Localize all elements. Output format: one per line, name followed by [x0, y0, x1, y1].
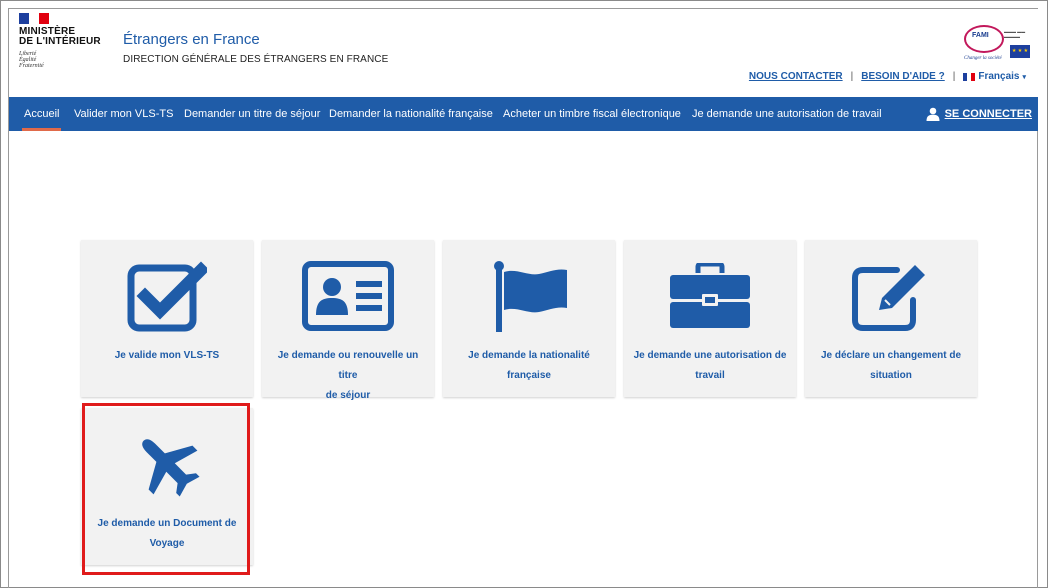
- fami-logo-text: FAMI: [972, 32, 989, 39]
- header-links: NOUS CONTACTER | BESOIN D'AIDE ? | Franç…: [749, 71, 1026, 82]
- nav-item-timbre-fiscal[interactable]: Acheter un timbre fiscal électronique: [503, 97, 681, 131]
- language-selector[interactable]: Français ▾: [963, 71, 1026, 82]
- tile-valider-vls-ts[interactable]: Je valide mon VLS-TS: [81, 240, 253, 397]
- tile-label-line2: française: [507, 370, 551, 381]
- tile-label-line2: travail: [695, 370, 725, 381]
- site-title[interactable]: Étrangers en France: [123, 31, 260, 48]
- tile-label-line1: Je demande ou renouvelle un titre: [277, 350, 419, 381]
- tile-label-line1: Je demande la nationalité: [468, 350, 590, 361]
- republic-motto: Liberté Égalité Fraternité: [19, 51, 44, 69]
- caret-down-icon: ▾: [1022, 73, 1026, 81]
- login-button[interactable]: SE CONNECTER: [926, 97, 1032, 131]
- marianne-flag-icon: [19, 13, 49, 24]
- eu-flag-icon: ★ ★ ★: [1010, 45, 1030, 58]
- edit-pencil-icon: [852, 265, 925, 331]
- ministry-line2: DE L'INTÉRIEUR: [19, 36, 101, 47]
- fami-logo-small-print: ▬▬▬ ▬▬ ▬▬▬▬: [1004, 29, 1026, 39]
- highlight-box: [82, 403, 250, 575]
- nav-item-accueil[interactable]: Accueil: [21, 97, 62, 131]
- tile-label: Je valide mon VLS-TS: [114, 350, 220, 361]
- language-label: Français: [978, 71, 1020, 82]
- tile-label-line1: Je déclare un changement de: [820, 350, 962, 361]
- tile-changement-situation[interactable]: Je déclare un changement de situation: [805, 240, 977, 397]
- help-link[interactable]: BESOIN D'AIDE ?: [861, 71, 945, 82]
- login-label: SE CONNECTER: [944, 108, 1032, 120]
- site-subtitle: DIRECTION GÉNÉRALE DES ÉTRANGERS EN FRAN…: [123, 54, 389, 65]
- site-header: [9, 9, 1038, 97]
- nav-item-nationalite[interactable]: Demander la nationalité française: [329, 97, 493, 131]
- tile-label-line2: de séjour: [325, 390, 371, 401]
- id-card-icon: [302, 261, 394, 331]
- main-nav: Accueil Valider mon VLS-TS Demander un t…: [9, 97, 1038, 131]
- link-separator: |: [850, 71, 854, 82]
- briefcase-icon: [670, 263, 750, 328]
- fami-tagline: Changer la société: [964, 56, 1002, 61]
- checkbox-check-icon: [127, 261, 207, 332]
- flag-icon: [494, 261, 567, 332]
- ministry-logo[interactable]: MINISTÈRE DE L'INTÉRIEUR: [19, 27, 101, 47]
- tile-label-line1: Je demande une autorisation de: [633, 350, 787, 361]
- french-flag-icon: [963, 72, 976, 81]
- fami-logo: FAMI ▬▬▬ ▬▬ ▬▬▬▬ ★ ★ ★ Changer la sociét…: [964, 25, 1030, 65]
- link-separator: |: [952, 71, 956, 82]
- contact-link[interactable]: NOUS CONTACTER: [749, 71, 843, 82]
- nav-item-titre-sejour[interactable]: Demander un titre de séjour: [184, 97, 320, 131]
- tile-nationalite[interactable]: Je demande la nationalité française: [443, 240, 615, 397]
- nav-item-autorisation-travail[interactable]: Je demande une autorisation de travail: [692, 97, 882, 131]
- tile-autorisation-travail[interactable]: Je demande une autorisation de travail: [624, 240, 796, 397]
- tile-titre-sejour[interactable]: Je demande ou renouvelle un titre de séj…: [262, 240, 434, 401]
- tile-label-line2: situation: [870, 370, 912, 381]
- user-icon: [926, 107, 940, 121]
- nav-item-valider-vls-ts[interactable]: Valider mon VLS-TS: [74, 97, 173, 131]
